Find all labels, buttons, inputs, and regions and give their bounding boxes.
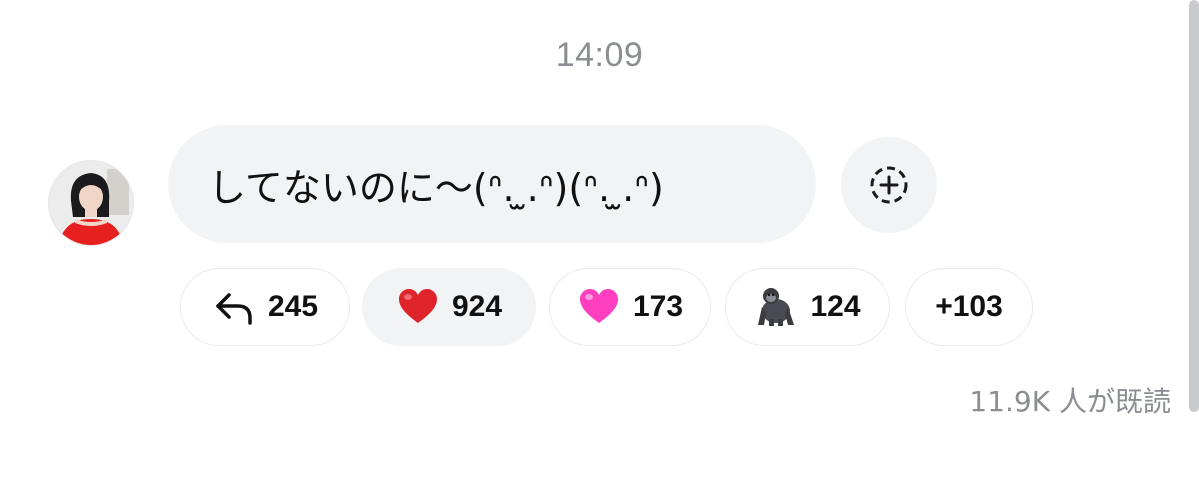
sender-avatar[interactable]: [48, 160, 134, 246]
read-receipt: 11.9K 人が既読: [969, 385, 1171, 418]
message-timestamp: 14:09: [555, 36, 644, 74]
message-text: してないのに〜(ᐢ. ̫.ᐢ)(ᐢ. ̫.ᐢ): [208, 165, 664, 210]
more-reactions-chip[interactable]: +103: [905, 268, 1033, 346]
reply-count: 245: [267, 290, 319, 323]
gorilla-reaction-chip[interactable]: 124: [725, 268, 890, 346]
red-heart-count: 924: [451, 290, 503, 323]
gorilla-icon: [758, 288, 795, 326]
more-reactions-count: +103: [935, 290, 1003, 323]
pink-heart-icon: [579, 289, 618, 323]
avatar-image: [49, 161, 133, 245]
reaction-bar: 245 924 173 124 +103: [0, 268, 1199, 348]
reply-arrow-icon: [216, 293, 252, 325]
gorilla-count: 124: [810, 290, 861, 323]
message-bubble[interactable]: してないのに〜(ᐢ. ̫.ᐢ)(ᐢ. ̫.ᐢ): [168, 125, 816, 243]
reply-reaction-chip[interactable]: 245: [180, 268, 350, 346]
pink-heart-reaction-chip[interactable]: 173: [549, 268, 711, 346]
scrollbar[interactable]: [1189, 0, 1199, 412]
red-heart-icon: [398, 289, 437, 323]
pink-heart-count: 173: [632, 290, 684, 323]
add-reaction-button[interactable]: [841, 137, 937, 233]
add-reaction-icon: [870, 166, 908, 204]
red-heart-reaction-chip[interactable]: 924: [362, 268, 536, 346]
